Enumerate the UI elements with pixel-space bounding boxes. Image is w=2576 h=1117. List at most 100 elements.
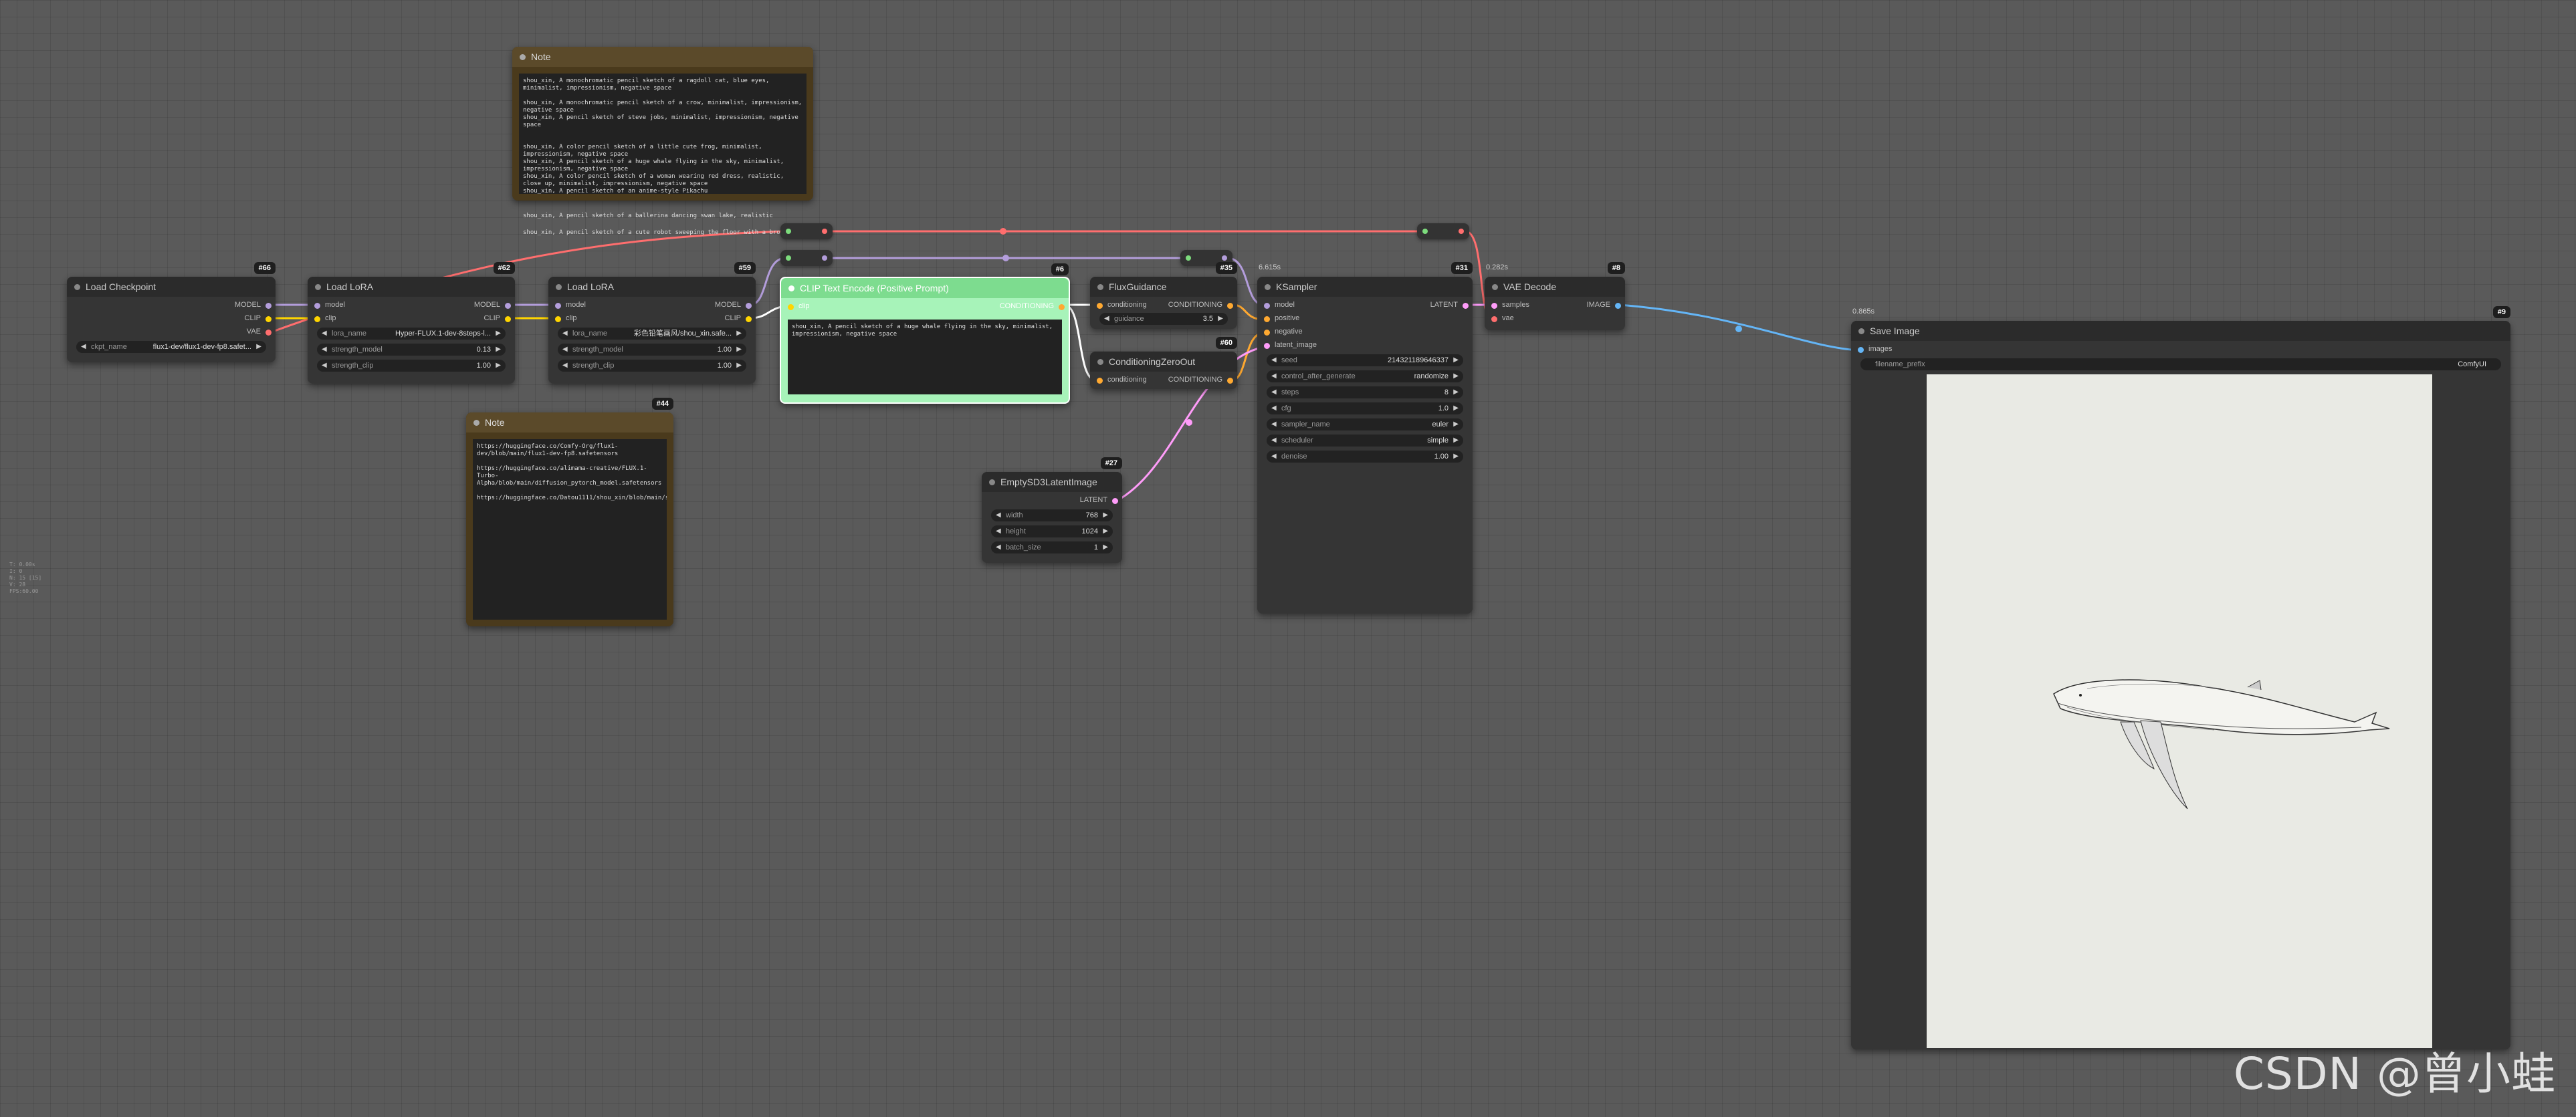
- vae-decode-node[interactable]: 0.282s #8 VAE Decode samples vae IMAGE: [1485, 262, 1625, 330]
- reroute-vae-2[interactable]: [1417, 223, 1469, 239]
- input-clip[interactable]: clip: [555, 314, 577, 322]
- arrow-left-icon[interactable]: ◀: [996, 509, 1001, 521]
- reroute-output-slot[interactable]: [1459, 229, 1464, 234]
- arrow-right-icon[interactable]: ▶: [496, 328, 501, 340]
- arrow-right-icon[interactable]: ▶: [736, 360, 742, 372]
- input-clip[interactable]: clip: [788, 302, 810, 310]
- arrow-left-icon[interactable]: ◀: [1271, 386, 1277, 398]
- strength-clip-slider[interactable]: ◀ strength_clip 1.00 ▶: [558, 360, 746, 372]
- empty-latent-image-node[interactable]: #27 EmptySD3LatentImage LATENT ◀ width 768…: [982, 457, 1122, 563]
- slot-dot-icon[interactable]: [265, 330, 272, 336]
- input-vae[interactable]: vae: [1491, 314, 1514, 322]
- output-model[interactable]: MODEL: [235, 301, 272, 309]
- note-node-44[interactable]: #44 Note https://huggingface.co/Comfy-Or…: [466, 398, 673, 626]
- output-vae[interactable]: VAE: [247, 328, 272, 336]
- input-model[interactable]: model: [555, 301, 586, 309]
- arrow-left-icon[interactable]: ◀: [562, 360, 568, 372]
- node-title[interactable]: EmptySD3LatentImage: [982, 472, 1122, 492]
- load-checkpoint-node[interactable]: #66 Load Checkpoint MODEL CLIP VAE ◀ ckpt…: [67, 262, 276, 362]
- collapse-dot-icon[interactable]: [556, 284, 562, 290]
- prompt-textarea[interactable]: shou_xin, A pencil sketch of a huge whal…: [788, 320, 1062, 394]
- arrow-left-icon[interactable]: ◀: [322, 328, 327, 340]
- arrow-left-icon[interactable]: ◀: [81, 341, 86, 353]
- node-title[interactable]: Load LoRA: [308, 277, 515, 297]
- output-image[interactable]: IMAGE: [1587, 301, 1621, 309]
- reroute-output-slot[interactable]: [822, 229, 827, 234]
- conditioning-zero-out-node[interactable]: #60 ConditioningZeroOut conditioning CON…: [1090, 337, 1237, 389]
- input-conditioning[interactable]: conditioning: [1097, 376, 1147, 384]
- arrow-right-icon[interactable]: ▶: [1103, 509, 1108, 521]
- denoise-widget[interactable]: ◀ denoise 1.00 ▶: [1267, 451, 1463, 463]
- slot-dot-icon[interactable]: [746, 303, 752, 309]
- output-latent[interactable]: LATENT: [1080, 496, 1118, 504]
- reroute-input-slot[interactable]: [786, 229, 791, 234]
- node-title[interactable]: Load Checkpoint: [67, 277, 276, 297]
- load-lora-node-1[interactable]: #62 Load LoRA model clip MODEL CLIP ◀ lor…: [308, 262, 515, 384]
- arrow-left-icon[interactable]: ◀: [562, 344, 568, 356]
- arrow-right-icon[interactable]: ▶: [496, 360, 501, 372]
- node-title[interactable]: ConditioningZeroOut: [1090, 352, 1237, 372]
- guidance-slider[interactable]: ◀ guidance 3.5 ▶: [1099, 313, 1228, 325]
- batch-size-slider[interactable]: ◀ batch_size 1 ▶: [991, 541, 1113, 553]
- arrow-right-icon[interactable]: ▶: [1453, 386, 1459, 398]
- output-conditioning[interactable]: CONDITIONING: [1168, 376, 1233, 384]
- note-node-top[interactable]: Note shou_xin, A monochromatic pencil sk…: [512, 47, 813, 201]
- input-conditioning[interactable]: conditioning: [1097, 301, 1147, 309]
- slot-dot-icon[interactable]: [1264, 316, 1270, 322]
- cfg-widget[interactable]: ◀ cfg 1.0 ▶: [1267, 402, 1463, 414]
- slot-dot-icon[interactable]: [1112, 498, 1118, 504]
- strength-clip-slider[interactable]: ◀ strength_clip 1.00 ▶: [317, 360, 506, 372]
- arrow-right-icon[interactable]: ▶: [1218, 313, 1223, 325]
- output-image-preview[interactable]: [1927, 374, 2432, 1048]
- lora-name-combo[interactable]: ◀ lora_name 彩色铅笔画风/shou_xin.safe... ▶: [558, 328, 746, 340]
- slot-dot-icon[interactable]: [1227, 378, 1233, 384]
- arrow-right-icon[interactable]: ▶: [496, 344, 501, 356]
- slot-dot-icon[interactable]: [505, 303, 511, 309]
- slot-dot-icon[interactable]: [746, 316, 752, 322]
- arrow-left-icon[interactable]: ◀: [1271, 451, 1277, 463]
- arrow-left-icon[interactable]: ◀: [1271, 370, 1277, 382]
- slot-dot-icon[interactable]: [314, 316, 320, 322]
- reroute-vae[interactable]: [780, 223, 833, 239]
- arrow-left-icon[interactable]: ◀: [996, 525, 1001, 537]
- arrow-right-icon[interactable]: ▶: [1453, 370, 1459, 382]
- reroute-input-slot[interactable]: [1422, 229, 1428, 234]
- arrow-left-icon[interactable]: ◀: [996, 541, 1001, 553]
- slot-dot-icon[interactable]: [1059, 304, 1065, 310]
- sampler-name-combo[interactable]: ◀ sampler_name euler ▶: [1267, 418, 1463, 430]
- clip-text-encode-node[interactable]: #6 CLIP Text Encode (Positive Prompt) cl…: [780, 263, 1070, 404]
- ksampler-node[interactable]: 6.615s #31 KSampler model positive negat…: [1257, 262, 1473, 614]
- node-title[interactable]: CLIP Text Encode (Positive Prompt): [781, 278, 1069, 298]
- collapse-dot-icon[interactable]: [74, 284, 80, 290]
- width-slider[interactable]: ◀ width 768 ▶: [991, 509, 1113, 521]
- arrow-left-icon[interactable]: ◀: [1271, 435, 1277, 447]
- slot-dot-icon[interactable]: [1491, 316, 1497, 322]
- node-title[interactable]: Save Image: [1851, 321, 2510, 341]
- scheduler-combo[interactable]: ◀ scheduler simple ▶: [1267, 435, 1463, 447]
- slot-dot-icon[interactable]: [788, 304, 794, 310]
- slot-dot-icon[interactable]: [314, 303, 320, 309]
- strength-model-slider[interactable]: ◀ strength_model 0.13 ▶: [317, 344, 506, 356]
- slot-dot-icon[interactable]: [505, 316, 511, 322]
- reroute-output-slot[interactable]: [1222, 255, 1227, 261]
- input-clip[interactable]: clip: [314, 314, 336, 322]
- arrow-right-icon[interactable]: ▶: [736, 344, 742, 356]
- slot-dot-icon[interactable]: [555, 303, 561, 309]
- height-slider[interactable]: ◀ height 1024 ▶: [991, 525, 1113, 537]
- slot-dot-icon[interactable]: [1491, 303, 1497, 309]
- ckpt-name-combo[interactable]: ◀ ckpt_name flux1-dev/flux1-dev-fp8.safet.…: [76, 341, 266, 353]
- arrow-left-icon[interactable]: ◀: [1104, 313, 1109, 325]
- slot-dot-icon[interactable]: [1097, 303, 1103, 309]
- collapse-dot-icon[interactable]: [989, 479, 995, 485]
- input-images[interactable]: images: [1858, 345, 1892, 353]
- reroute-model[interactable]: [780, 250, 833, 266]
- arrow-right-icon[interactable]: ▶: [1453, 435, 1459, 447]
- lora-name-combo[interactable]: ◀ lora_name Hyper-FLUX.1-dev-8steps-l... ▶: [317, 328, 506, 340]
- input-positive[interactable]: positive: [1264, 314, 1299, 322]
- arrow-left-icon[interactable]: ◀: [322, 360, 327, 372]
- node-title[interactable]: FluxGuidance: [1090, 277, 1237, 297]
- output-clip[interactable]: CLIP: [725, 314, 752, 322]
- arrow-left-icon[interactable]: ◀: [562, 328, 568, 340]
- slot-dot-icon[interactable]: [1615, 303, 1621, 309]
- arrow-left-icon[interactable]: ◀: [1271, 418, 1277, 430]
